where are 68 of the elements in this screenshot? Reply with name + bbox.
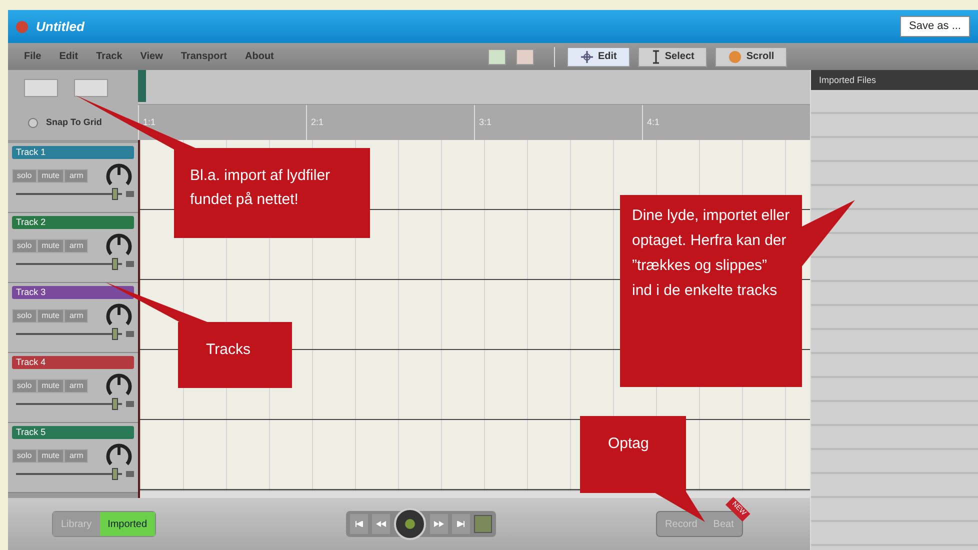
track-name[interactable]: Track 1: [12, 146, 134, 159]
tool-button[interactable]: Select: [638, 46, 708, 66]
playhead-handle[interactable]: [138, 70, 146, 102]
snap-label: Snap To Grid: [46, 116, 102, 129]
skip-forward-button[interactable]: [452, 514, 470, 534]
track-toggle-button[interactable]: arm: [64, 169, 88, 183]
menu-item[interactable]: Track: [96, 49, 122, 64]
ruler-label: 4:1: [647, 117, 660, 127]
track-toggle-button[interactable]: mute: [36, 309, 64, 323]
menu-item[interactable]: Edit: [59, 49, 78, 64]
rewind-button[interactable]: [372, 514, 390, 534]
track-toggle-button[interactable]: solo: [12, 169, 37, 183]
play-icon: [405, 519, 416, 529]
speaker-icon: [126, 331, 134, 337]
track-toggle-button[interactable]: mute: [36, 379, 64, 393]
files-panel-header: Imported Files: [811, 70, 978, 90]
callout-text: Optag: [580, 416, 686, 493]
source-tab[interactable]: Imported: [100, 512, 156, 536]
window-title: Untitled: [36, 18, 84, 36]
track-name[interactable]: Track 3: [12, 286, 134, 299]
fast-forward-icon: [434, 521, 444, 527]
track-toggle-button[interactable]: solo: [12, 309, 37, 323]
track-toggle-button[interactable]: solo: [12, 239, 37, 253]
speaker-icon: [126, 191, 134, 197]
menu-item[interactable]: View: [140, 49, 163, 64]
play-button[interactable]: [394, 508, 426, 540]
horizontal-scrollbar[interactable]: [140, 490, 810, 498]
track-toggle-button[interactable]: solo: [12, 449, 37, 463]
callout-text: Bl.a. import af lydfiler fundet på nettet!: [174, 148, 370, 238]
menu-item[interactable]: Transport: [180, 49, 227, 64]
volume-slider-thumb[interactable]: [112, 398, 118, 410]
speaker-icon: [126, 471, 134, 477]
speaker-icon: [126, 401, 134, 407]
app-logo-icon: [16, 20, 28, 32]
skip-back-icon: [355, 521, 364, 527]
track-name[interactable]: Track 4: [12, 356, 134, 369]
menu-item[interactable]: About: [245, 49, 274, 64]
track-toggle-button[interactable]: mute: [36, 169, 64, 183]
tool-button[interactable]: Scroll: [715, 46, 788, 66]
callout-text: Tracks: [178, 322, 292, 388]
save-as-button[interactable]: Save as ...: [900, 16, 970, 37]
volume-slider-thumb[interactable]: [112, 468, 118, 480]
track-toggle-button[interactable]: arm: [64, 239, 88, 253]
track-toggle-button[interactable]: arm: [64, 309, 88, 323]
move-arrows-icon: [580, 50, 594, 64]
track-toggle-button[interactable]: mute: [36, 239, 64, 253]
tool-button[interactable]: Edit: [567, 46, 630, 66]
volume-slider-thumb[interactable]: [112, 328, 118, 340]
track-toggle-button[interactable]: arm: [64, 379, 88, 393]
skip-forward-icon: [457, 521, 466, 527]
ruler-label: 3:1: [479, 117, 492, 127]
speaker-icon: [126, 261, 134, 267]
menu-item[interactable]: File: [24, 49, 42, 64]
track-name[interactable]: Track 5: [12, 426, 134, 439]
track-toggle-button[interactable]: mute: [36, 449, 64, 463]
ruler-label: 1:1: [143, 117, 156, 127]
rewind-icon: [376, 521, 386, 527]
text-cursor-icon: [650, 50, 661, 64]
track-name[interactable]: Track 2: [12, 216, 134, 229]
volume-slider-thumb[interactable]: [112, 188, 118, 200]
skip-back-button[interactable]: [350, 514, 368, 534]
track-toggle-button[interactable]: arm: [64, 449, 88, 463]
fast-forward-button[interactable]: [430, 514, 448, 534]
ruler-label: 2:1: [311, 117, 324, 127]
volume-slider-thumb[interactable]: [112, 258, 118, 270]
callout-text: Dine lyde, importet eller optaget. Herfra kan der ”trækkes og slippes” ind i de enkelte tracks: [620, 195, 802, 387]
snap-checkbox[interactable]: [28, 118, 38, 128]
track-toggle-button[interactable]: solo: [12, 379, 37, 393]
